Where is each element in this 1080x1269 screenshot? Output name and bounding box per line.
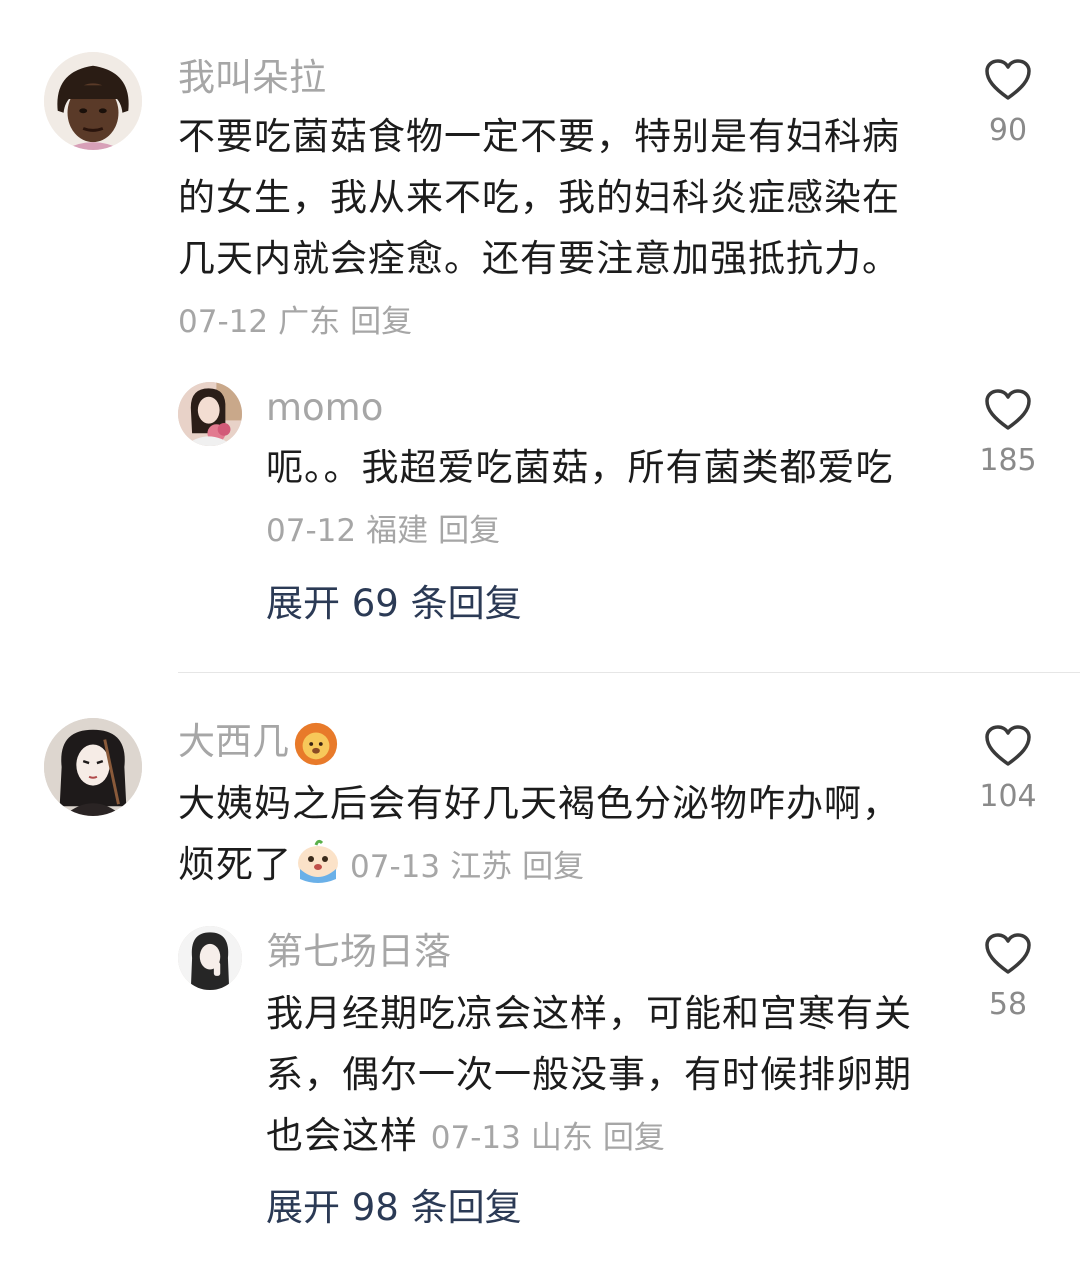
comment-meta: 07-12 广东 回复 xyxy=(178,302,422,342)
like-button[interactable]: 104 xyxy=(963,724,1053,816)
heart-icon xyxy=(985,725,1031,766)
reply-location: 山东 xyxy=(530,1120,593,1156)
comment-text-line: 几天内就会痊愈。还有要注意加强抵抗力。 xyxy=(178,237,900,280)
reply-text-line: 系，偶尔一次一般没事，有时候排卵期 xyxy=(266,1053,912,1096)
comment-meta: 07-13 江苏 回复 xyxy=(350,849,594,885)
like-count: 104 xyxy=(979,779,1037,814)
reply-button[interactable]: 回复 xyxy=(522,849,584,885)
comment-username[interactable]: 大西几 xyxy=(178,720,339,767)
comment-date: 07-13 xyxy=(350,849,441,885)
avatar[interactable] xyxy=(44,52,142,150)
comment-text: 不要吃菌菇食物一定不要，特别是有妇科病 的女生，我从来不吃，我的妇科炎症感染在 … xyxy=(178,106,900,289)
reply-text-segment: 也会这样 xyxy=(266,1114,418,1157)
expand-replies-button[interactable]: 展开 98 条回复 xyxy=(266,1186,522,1230)
reply-text-line: 也会这样 07-13 山东 回复 xyxy=(266,1105,912,1169)
heart-icon xyxy=(985,59,1031,100)
comment-location: 江苏 xyxy=(450,849,513,885)
avatar[interactable] xyxy=(44,718,142,816)
heart-icon xyxy=(985,933,1031,974)
heart-icon xyxy=(985,389,1031,430)
reply-button[interactable]: 回复 xyxy=(350,304,412,340)
comment-text-line: 大姨妈之后会有好几天褐色分泌物咋办啊， xyxy=(178,782,900,825)
avatar-image xyxy=(178,926,242,990)
divider xyxy=(178,672,1080,673)
like-count: 90 xyxy=(988,113,1028,148)
reply-meta: 07-13 山东 回复 xyxy=(431,1120,675,1156)
reply-username[interactable]: 第七场日落 xyxy=(266,930,451,974)
lion-icon xyxy=(293,721,339,767)
comment-username-text: 大西几 xyxy=(178,720,289,763)
like-button[interactable]: 58 xyxy=(963,932,1053,1024)
comment-text-line: 烦死了 07-13 江苏 回复 xyxy=(178,834,900,898)
reply-text-line: 我月经期吃凉会这样，可能和宫寒有关 xyxy=(266,992,912,1035)
avatar-image xyxy=(44,718,142,816)
comment-text-segment: 烦死了 xyxy=(178,843,292,886)
comment-text: 大姨妈之后会有好几天褐色分泌物咋办啊， 烦死了 07-13 江苏 回复 xyxy=(178,773,900,898)
expand-replies-button[interactable]: 展开 69 条回复 xyxy=(266,582,522,626)
reply-text-line: 呃。。我超爱吃菌菇，所有菌类都爱吃 xyxy=(266,446,894,489)
reply-date: 07-12 xyxy=(266,513,357,549)
reply-button[interactable]: 回复 xyxy=(438,513,500,549)
comment-text-line: 的女生，我从来不吃，我的妇科炎症感染在 xyxy=(178,176,900,219)
comment-text-line: 不要吃菌菇食物一定不要，特别是有妇科病 xyxy=(178,115,900,158)
reply-meta: 07-12 福建 回复 xyxy=(266,511,510,551)
reply-button[interactable]: 回复 xyxy=(603,1120,665,1156)
crying-face-icon xyxy=(294,839,342,883)
reply-text: 呃。。我超爱吃菌菇，所有菌类都爱吃 xyxy=(266,437,894,498)
comment-location: 广东 xyxy=(278,304,341,340)
reply-date: 07-13 xyxy=(430,1120,521,1156)
avatar[interactable] xyxy=(178,382,242,446)
comment-list: 我叫朵拉 不要吃菌菇食物一定不要，特别是有妇科病 的女生，我从来不吃，我的妇科炎… xyxy=(0,0,1080,1269)
like-count: 185 xyxy=(979,443,1037,478)
comment-username[interactable]: 我叫朵拉 xyxy=(178,56,326,100)
reply-username[interactable]: momo xyxy=(266,386,383,430)
like-button[interactable]: 185 xyxy=(963,388,1053,480)
reply-text: 我月经期吃凉会这样，可能和宫寒有关 系，偶尔一次一般没事，有时候排卵期 也会这样… xyxy=(266,983,912,1169)
avatar-image xyxy=(44,52,142,150)
like-button[interactable]: 90 xyxy=(963,58,1053,150)
avatar-image xyxy=(178,382,242,446)
like-count: 58 xyxy=(988,987,1028,1022)
comment-date: 07-12 xyxy=(178,304,269,340)
reply-location: 福建 xyxy=(366,513,429,549)
avatar[interactable] xyxy=(178,926,242,990)
